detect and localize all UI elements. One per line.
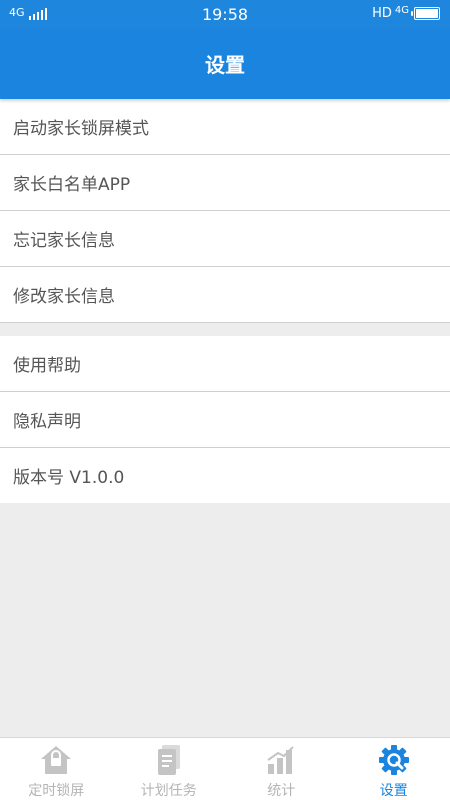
setting-label: 家长白名单APP (13, 175, 131, 195)
setting-version[interactable]: 版本号 V1.0.0 (0, 448, 450, 503)
setting-privacy[interactable]: 隐私声明 (0, 392, 450, 448)
tab-settings[interactable]: 设置 (338, 738, 450, 800)
tab-statistics[interactable]: 统计 (225, 738, 338, 800)
document-list-icon (152, 744, 186, 776)
setting-label: 启动家长锁屏模式 (13, 119, 149, 139)
tab-label: 设置 (379, 783, 408, 799)
setting-modify-parent-info[interactable]: 修改家长信息 (0, 267, 450, 323)
setting-forgot-parent-info[interactable]: 忘记家长信息 (0, 211, 450, 267)
setting-enable-parent-lock[interactable]: 启动家长锁屏模式 (0, 99, 450, 155)
tab-planned-tasks[interactable]: 计划任务 (113, 738, 226, 800)
setting-label: 隐私声明 (13, 412, 81, 432)
page-title: 设置 (205, 53, 245, 77)
setting-help[interactable]: 使用帮助 (0, 336, 450, 392)
setting-label: 使用帮助 (13, 356, 81, 376)
tab-label: 统计 (267, 783, 296, 799)
tab-label: 定时锁屏 (28, 783, 85, 799)
setting-label: 忘记家长信息 (13, 231, 115, 251)
setting-label: 修改家长信息 (13, 287, 115, 307)
status-right: HD 4G (372, 5, 440, 21)
hd-indicator: HD (372, 6, 392, 21)
gear-icon (377, 744, 411, 776)
bar-chart-icon (264, 744, 298, 776)
settings-group-parent: 启动家长锁屏模式 家长白名单APP 忘记家长信息 修改家长信息 (0, 99, 450, 323)
status-bar: 4G 19:58 HD 4G (0, 0, 450, 29)
app-bar: 设置 (0, 29, 450, 99)
bottom-tab-bar: 定时锁屏 计划任务 统计 设置 (0, 737, 450, 800)
setting-parent-whitelist-app[interactable]: 家长白名单APP (0, 155, 450, 211)
network-type-right: 4G (394, 5, 409, 16)
house-lock-icon (39, 744, 73, 776)
battery-icon (411, 7, 440, 20)
setting-label: 版本号 V1.0.0 (13, 468, 125, 488)
settings-group-general: 使用帮助 隐私声明 版本号 V1.0.0 (0, 336, 450, 503)
tab-label: 计划任务 (140, 783, 197, 799)
tab-timed-lock[interactable]: 定时锁屏 (0, 738, 113, 800)
